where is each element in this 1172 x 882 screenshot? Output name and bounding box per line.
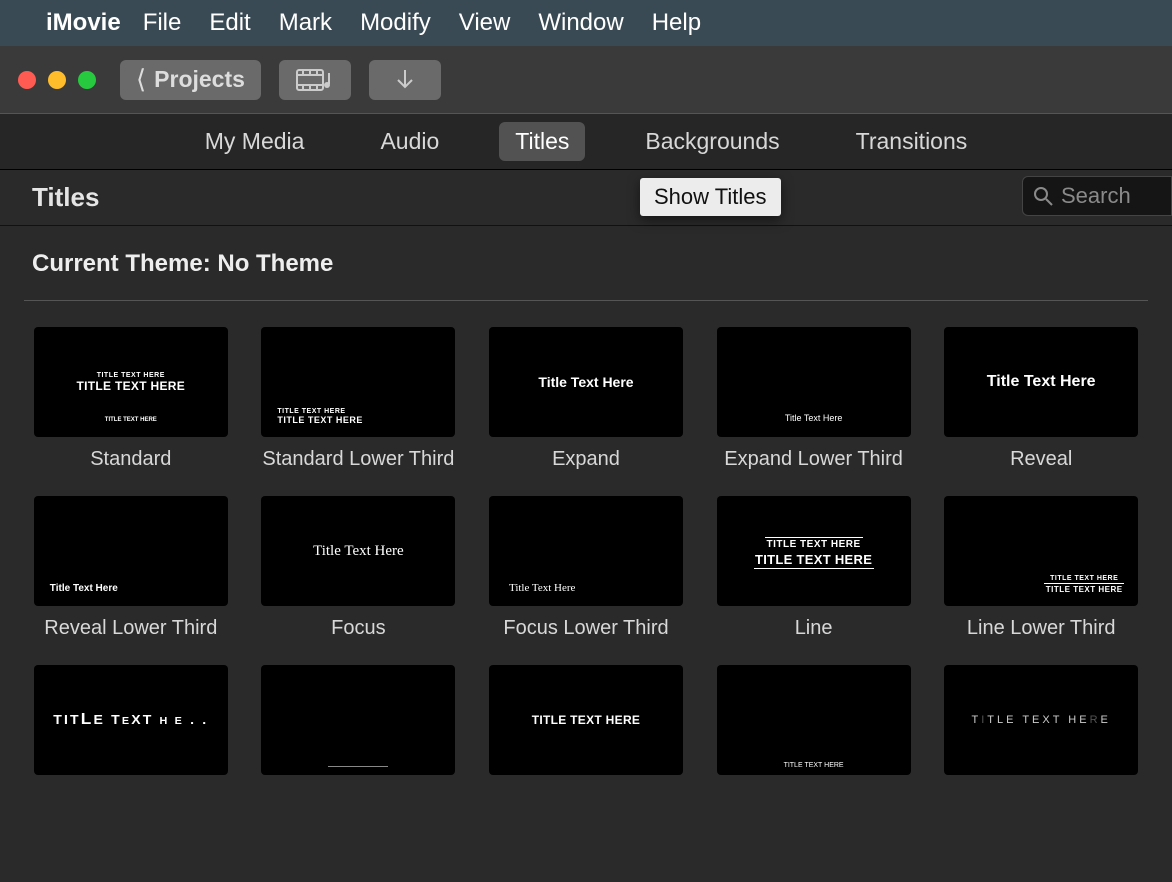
title-thumbnail: Title Text Here [944, 327, 1138, 437]
title-item[interactable]: TITLE TEXT HERE [715, 665, 913, 785]
projects-back-button[interactable]: ⟨ Projects [120, 60, 261, 100]
title-item[interactable]: TITLE TEXT HERETITLE TEXT HERE Line [715, 496, 913, 641]
search-icon [1033, 186, 1053, 206]
current-theme-label: Current Theme: No Theme [24, 250, 1148, 278]
title-item[interactable]: TITLE TEXT H E . . [32, 665, 230, 785]
macos-menubar: iMovie File Edit Mark Modify View Window… [0, 0, 1172, 46]
window-toolbar: ⟨ Projects [0, 46, 1172, 114]
title-thumbnail: Title Text Here [34, 496, 228, 606]
title-thumbnail: TITLE TEXT HERETITLE TEXT HERETITLE TEXT… [34, 327, 228, 437]
title-caption: Focus [331, 616, 385, 641]
window-minimize-button[interactable] [48, 71, 66, 89]
title-thumbnail: TITLE TEXT HERE [944, 665, 1138, 775]
title-caption: Standard Lower Third [262, 447, 454, 472]
title-item[interactable]: TITLE TEXT HERE [942, 665, 1140, 785]
title-caption: Reveal Lower Third [44, 616, 217, 641]
window-controls [18, 71, 96, 89]
menu-window[interactable]: Window [538, 9, 623, 37]
title-caption: Focus Lower Third [503, 616, 668, 641]
title-thumbnail: TITLE TEXT H E . . [34, 665, 228, 775]
title-caption: Expand [552, 447, 620, 472]
app-name[interactable]: iMovie [46, 9, 121, 37]
title-item[interactable]: TITLE TEXT HERETITLE TEXT HERE Line Lower… [942, 496, 1140, 641]
title-item[interactable]: TITLE TEXT HERETITLE TEXT HERE Standard L… [260, 327, 458, 472]
title-item[interactable]: TITLE TEXT HERE [487, 665, 685, 785]
search-field[interactable]: Search [1022, 176, 1172, 216]
title-item[interactable]: Title Text Here Expand [487, 327, 685, 472]
divider [24, 300, 1148, 301]
titles-grid: TITLE TEXT HERETITLE TEXT HERETITLE TEXT… [24, 327, 1148, 785]
title-item[interactable]: TITLE TEXT HERETITLE TEXT HERETITLE TEXT… [32, 327, 230, 472]
window-close-button[interactable] [18, 71, 36, 89]
download-arrow-icon [394, 68, 416, 92]
title-caption: Reveal [1010, 447, 1072, 472]
title-thumbnail: Title Text Here [261, 496, 455, 606]
title-thumbnail: TITLE TEXT HERE [489, 665, 683, 775]
title-thumbnail: Title Text Here [489, 496, 683, 606]
title-thumbnail: TITLE TEXT HERE [717, 665, 911, 775]
title-thumbnail: TITLE TEXT HERETITLE TEXT HERE [717, 496, 911, 606]
menu-help[interactable]: Help [652, 9, 701, 37]
section-title: Titles [32, 182, 99, 213]
search-placeholder: Search [1061, 183, 1131, 209]
section-header: Titles Show Titles Search [0, 170, 1172, 226]
import-button[interactable] [369, 60, 441, 100]
tab-audio[interactable]: Audio [364, 122, 455, 161]
menu-file[interactable]: File [143, 9, 182, 37]
title-caption: Line [795, 616, 833, 641]
menu-edit[interactable]: Edit [209, 9, 250, 37]
tab-my-media[interactable]: My Media [189, 122, 321, 161]
title-item[interactable] [260, 665, 458, 785]
title-item[interactable]: Title Text Here Focus [260, 496, 458, 641]
title-thumbnail: TITLE TEXT HERETITLE TEXT HERE [261, 327, 455, 437]
title-caption: Standard [90, 447, 171, 472]
browser-tabs: My Media Audio Titles Backgrounds Transi… [0, 114, 1172, 170]
title-thumbnail: Title Text Here [489, 327, 683, 437]
title-item[interactable]: Title Text Here Focus Lower Third [487, 496, 685, 641]
title-caption: Line Lower Third [967, 616, 1116, 641]
menu-mark[interactable]: Mark [279, 9, 332, 37]
menu-view[interactable]: View [459, 9, 511, 37]
title-caption: Expand Lower Third [724, 447, 903, 472]
media-library-button[interactable] [279, 60, 351, 100]
tooltip-show-titles: Show Titles [640, 178, 781, 216]
tab-titles[interactable]: Titles [499, 122, 585, 161]
title-thumbnail [261, 665, 455, 775]
chevron-left-icon: ⟨ [136, 64, 146, 95]
projects-label: Projects [154, 66, 245, 93]
tab-backgrounds[interactable]: Backgrounds [629, 122, 795, 161]
title-thumbnail: Title Text Here [717, 327, 911, 437]
title-thumbnail: TITLE TEXT HERETITLE TEXT HERE [944, 496, 1138, 606]
title-item[interactable]: Title Text Here Reveal Lower Third [32, 496, 230, 641]
filmstrip-music-icon [296, 69, 334, 91]
window-zoom-button[interactable] [78, 71, 96, 89]
tab-transitions[interactable]: Transitions [840, 122, 984, 161]
title-item[interactable]: Title Text Here Expand Lower Third [715, 327, 913, 472]
titles-browser: Current Theme: No Theme TITLE TEXT HERET… [0, 226, 1172, 882]
menu-modify[interactable]: Modify [360, 9, 431, 37]
title-item[interactable]: Title Text Here Reveal [942, 327, 1140, 472]
